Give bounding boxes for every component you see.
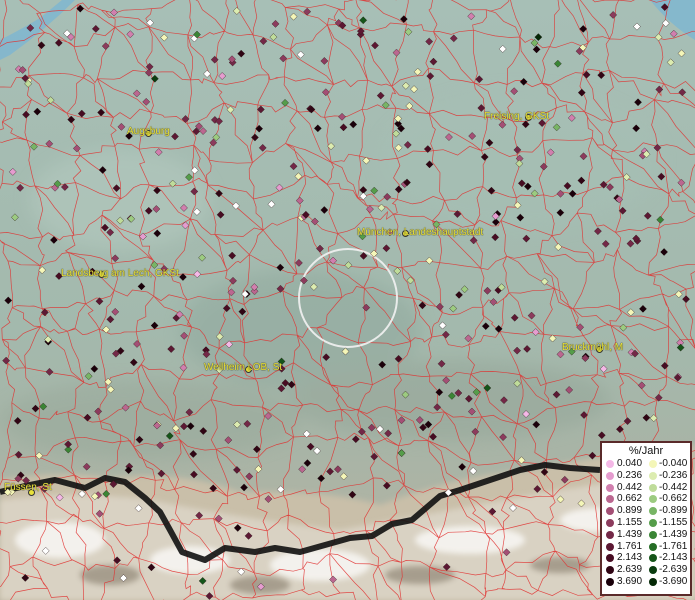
legend-rows: 0.040 -0.040 0.236 -0.236 0.442 -0.442 0.662 -0…	[602, 458, 690, 588]
legend-row: 2.143 -2.143	[602, 552, 690, 564]
legend-value-positive: 1.439	[617, 528, 643, 540]
map-canvas[interactable]	[0, 0, 695, 600]
legend-swatch-positive	[606, 542, 614, 551]
legend-value-negative: -1.761	[659, 540, 688, 552]
legend-value-positive: 3.690	[617, 575, 643, 587]
legend-value-negative: -1.155	[659, 516, 688, 528]
legend-row: 0.442 -0.442	[602, 482, 690, 494]
legend-swatch-positive	[606, 495, 614, 504]
legend-swatch-negative	[649, 518, 657, 527]
legend-swatch-positive	[606, 507, 614, 516]
place-name: Füssen, St	[4, 482, 52, 493]
legend-value-negative: -0.040	[659, 458, 688, 469]
legend-value-negative: -1.439	[659, 528, 688, 540]
place-name: München, Landeshauptstadt	[357, 227, 484, 238]
place-name: Freising, GKSt	[484, 111, 550, 122]
legend-row: 1.761 -1.761	[602, 541, 690, 553]
legend-row: 1.155 -1.155	[602, 517, 690, 529]
legend-value-positive: 2.639	[617, 564, 643, 576]
legend-swatch-positive	[606, 554, 614, 563]
legend-value-positive: 0.662	[617, 493, 643, 505]
legend-swatch-negative	[649, 483, 657, 492]
legend-swatch-negative	[649, 530, 657, 539]
legend-swatch-positive	[606, 518, 614, 527]
legend-swatch-negative	[649, 542, 657, 551]
legend-value-positive: 2.143	[617, 552, 643, 564]
legend-swatch-positive	[606, 471, 614, 480]
legend-value-positive: 0.236	[617, 469, 643, 481]
legend-value-negative: -0.236	[659, 469, 688, 481]
legend-swatch-negative	[649, 566, 657, 575]
legend-swatch-positive	[606, 577, 614, 586]
legend-title: %/Jahr	[628, 445, 664, 457]
place-name: Bruckmühl, M	[562, 342, 624, 353]
legend-swatch-negative	[649, 471, 657, 480]
legend-row: 3.690 -3.690	[602, 576, 690, 588]
legend: %/Jahr 0.040 -0.040 0.236 -0.236 0.442 -0.442…	[600, 441, 692, 596]
legend-value-positive: 0.442	[617, 481, 643, 493]
legend-swatch-negative	[649, 577, 657, 586]
legend-value-positive: 1.761	[617, 540, 643, 552]
legend-row: 0.040 -0.040	[602, 458, 690, 470]
legend-swatch-negative	[649, 554, 657, 563]
legend-value-negative: -2.639	[659, 564, 688, 576]
place-name: Weilheim i.OB, St	[204, 362, 283, 373]
place-name: Landsberg am Lech, GKSt	[61, 268, 179, 279]
legend-swatch-negative	[649, 507, 657, 516]
legend-row: 0.236 -0.236	[602, 470, 690, 482]
legend-row: 2.639 -2.639	[602, 564, 690, 576]
legend-row: 0.662 -0.662	[602, 493, 690, 505]
legend-value-positive: 0.040	[617, 458, 643, 469]
legend-row: 0.899 -0.899	[602, 505, 690, 517]
legend-value-negative: -0.899	[659, 505, 688, 517]
legend-swatch-negative	[649, 495, 657, 504]
legend-swatch-positive	[606, 530, 614, 539]
legend-value-negative: -2.143	[659, 552, 688, 564]
legend-swatch-negative	[649, 460, 657, 468]
legend-value-positive: 1.155	[617, 516, 643, 528]
legend-value-negative: -0.662	[659, 493, 688, 505]
legend-value-positive: 0.899	[617, 505, 643, 517]
legend-row: 1.439 -1.439	[602, 529, 690, 541]
legend-swatch-positive	[606, 483, 614, 492]
place-name: Augsburg	[127, 126, 170, 137]
legend-value-negative: -0.442	[659, 481, 688, 493]
legend-swatch-positive	[606, 460, 614, 468]
legend-value-negative: -3.690	[659, 575, 688, 587]
legend-swatch-positive	[606, 566, 614, 575]
